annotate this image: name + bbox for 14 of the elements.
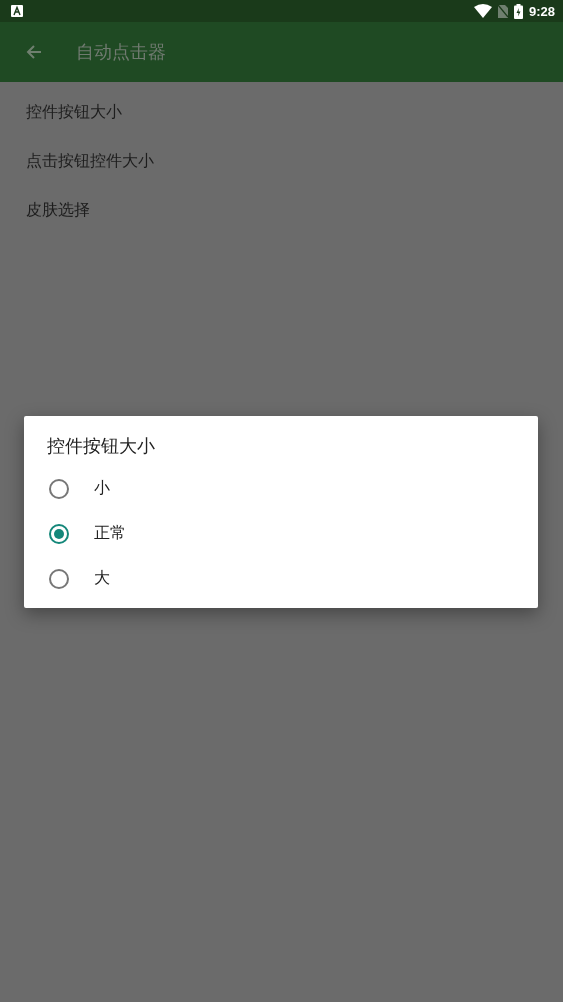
battery-charging-icon: [513, 3, 523, 19]
notification-icon: [11, 5, 23, 17]
clock-time: 9:28: [528, 3, 555, 19]
no-sim-icon: [497, 4, 508, 18]
option-label[interactable]: 小: [94, 478, 110, 499]
option-label[interactable]: 大: [94, 568, 110, 589]
dialog-title: 控件按钮大小: [47, 434, 156, 458]
back-arrow-icon[interactable]: [26, 44, 42, 60]
radio-button[interactable]: [49, 478, 69, 499]
radio-button[interactable]: [49, 523, 69, 544]
radio-button[interactable]: [49, 568, 69, 589]
app-title: 自动点击器: [76, 40, 166, 64]
option-label[interactable]: 正常: [94, 523, 126, 544]
wifi-icon: [473, 4, 492, 18]
